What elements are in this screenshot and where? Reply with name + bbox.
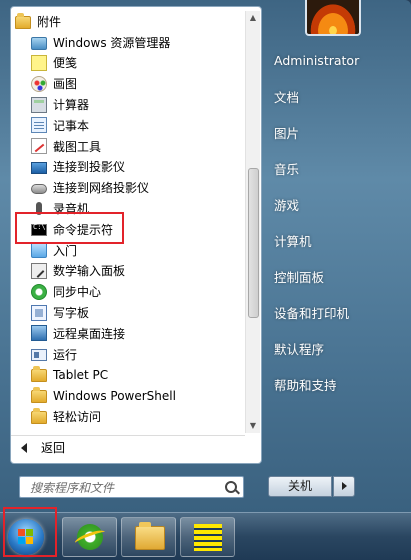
list-item-sticky-notes[interactable]: 便笺 [11,53,245,74]
programs-pane: 附件 Windows 资源管理器 便笺 画图 计算器 记事本 截图工具 连接到投… [10,6,262,464]
list-item-label: 命令提示符 [53,222,114,237]
list-item-powershell-folder[interactable]: Windows PowerShell [11,385,245,406]
math-input-icon [31,262,47,279]
list-item-label: 轻松访问 [53,410,102,425]
sticky-notes-icon [31,54,47,71]
right-item-music[interactable]: 音乐 [262,150,411,186]
program-list-scrollbar[interactable]: ▲ ▼ [245,11,260,433]
list-item-ease-of-access-folder[interactable]: 轻松访问 [11,406,245,427]
list-item-label: 入门 [53,243,78,258]
shutdown-options-arrow-icon[interactable] [333,476,355,497]
command-prompt-icon [31,223,47,237]
list-item-label: 连接到投影仪 [53,160,126,175]
list-item-notepad[interactable]: 记事本 [11,115,245,136]
list-item-label: Windows PowerShell [53,388,176,403]
list-item-label: 便笺 [53,56,78,71]
snipping-tool-icon [31,138,47,155]
list-item-paint[interactable]: 画图 [11,73,245,94]
scrollbar-thumb[interactable] [248,168,259,318]
wordpad-icon [31,304,47,321]
shutdown-button[interactable]: 关机 [268,476,332,497]
right-item-computer[interactable]: 计算机 [262,222,411,258]
user-avatar[interactable] [305,0,361,36]
taskbar-internet-explorer[interactable] [62,517,117,557]
microphone-icon [36,202,42,216]
scroll-up-arrow-icon[interactable]: ▲ [246,11,260,25]
network-projector-icon [31,184,47,195]
taskbar-windows-explorer[interactable] [121,517,176,557]
windows-explorer-icon [31,36,47,50]
list-item-label: 数学输入面板 [53,264,126,279]
list-item-run[interactable]: 运行 [11,344,245,365]
taskbar [0,512,411,560]
search-input[interactable] [28,478,222,498]
list-item-accessories-folder[interactable]: 附件 [11,11,245,32]
list-item-sync-center[interactable]: 同步中心 [11,281,245,302]
back-button[interactable]: 返回 [11,435,245,459]
scroll-down-arrow-icon[interactable]: ▼ [246,419,260,433]
folder-icon [31,387,47,404]
folder-icon [15,12,31,29]
list-item-label: 画图 [53,77,78,92]
right-menu: Administrator 文档 图片 音乐 游戏 计算机 控制面板 设备和打印… [262,42,411,402]
list-item-calculator[interactable]: 计算器 [11,94,245,115]
list-item-label: 录音机 [53,202,90,217]
sticky-notes-icon [194,524,222,551]
list-item-remote-desktop[interactable]: 远程桌面连接 [11,323,245,344]
folder-icon [31,366,47,383]
right-item-help-support[interactable]: 帮助和支持 [262,366,411,402]
list-item-label: 附件 [37,14,62,29]
list-item-label: Windows 资源管理器 [53,35,171,50]
sync-center-icon [31,283,47,300]
list-item-label: 远程桌面连接 [53,326,126,341]
list-item-snipping-tool[interactable]: 截图工具 [11,136,245,157]
list-item-label: 同步中心 [53,285,102,300]
list-item-tablet-pc-folder[interactable]: Tablet PC [11,365,245,386]
start-button[interactable] [8,519,44,555]
list-item-label: 截图工具 [53,139,102,154]
back-arrow-icon [21,442,27,453]
list-item-label: Tablet PC [53,367,109,382]
list-item-sound-recorder[interactable]: 录音机 [11,198,245,219]
paint-icon [31,75,47,92]
back-label: 返回 [41,441,66,455]
notepad-icon [31,117,47,134]
list-item-getting-started[interactable]: 入门 [11,240,245,261]
right-item-administrator[interactable]: Administrator [262,42,411,78]
list-item-label: 记事本 [53,118,90,133]
list-item-label: 写字板 [53,306,90,321]
list-item-label: 计算器 [53,98,90,113]
windows-explorer-icon [135,522,165,550]
right-item-devices-printers[interactable]: 设备和打印机 [262,294,411,330]
search-box[interactable] [19,476,244,498]
list-item-wordpad[interactable]: 写字板 [11,302,245,323]
list-item-connect-network-projector[interactable]: 连接到网络投影仪 [11,177,245,198]
getting-started-icon [31,242,47,259]
right-item-default-programs[interactable]: 默认程序 [262,330,411,366]
projector-icon [31,161,47,174]
program-list: 附件 Windows 资源管理器 便笺 画图 计算器 记事本 截图工具 连接到投… [11,11,245,427]
calculator-icon [31,96,47,113]
list-item-math-input-panel[interactable]: 数学输入面板 [11,261,245,282]
right-item-documents[interactable]: 文档 [262,78,411,114]
internet-explorer-icon [77,524,103,550]
start-menu: 附件 Windows 资源管理器 便笺 画图 计算器 记事本 截图工具 连接到投… [0,0,411,512]
list-item-command-prompt[interactable]: 命令提示符 [11,219,245,240]
right-item-pictures[interactable]: 图片 [262,114,411,150]
windows-logo-icon [18,529,34,545]
folder-icon [31,408,47,425]
right-item-games[interactable]: 游戏 [262,186,411,222]
list-item-label: 连接到网络投影仪 [53,181,150,196]
taskbar-sticky-notes[interactable] [180,517,235,557]
search-icon[interactable] [225,481,237,493]
run-icon [31,349,47,362]
list-item-connect-projector[interactable]: 连接到投影仪 [11,157,245,178]
right-item-control-panel[interactable]: 控制面板 [262,258,411,294]
list-item-label: 运行 [53,347,78,362]
remote-desktop-icon [31,325,47,342]
list-item-windows-explorer[interactable]: Windows 资源管理器 [11,32,245,53]
